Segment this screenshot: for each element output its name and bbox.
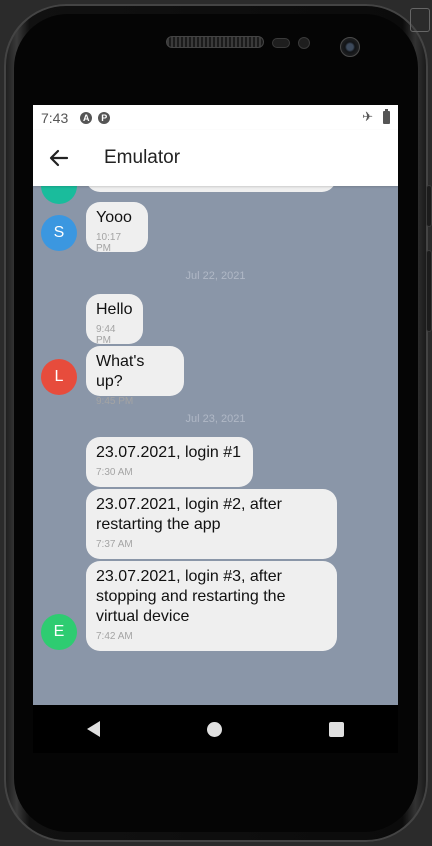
square-recents-icon[interactable] [329, 721, 345, 737]
avatar-e[interactable]: E [41, 614, 77, 650]
proximity-sensor [272, 38, 290, 48]
power-button [426, 250, 432, 332]
light-sensor [298, 37, 310, 49]
arrow-left-icon [49, 149, 69, 167]
message-time: 9:44 PM [96, 324, 116, 346]
avatar-l[interactable]: L [41, 359, 77, 395]
app-bar: Emulator [33, 130, 398, 186]
message-text: 23.07.2021, login #1 [96, 444, 242, 461]
system-nav-bar [33, 705, 398, 753]
date-separator: Jul 22, 2021 [185, 270, 246, 282]
status-time: 7:43 [41, 109, 69, 126]
message-text: Yooo [96, 209, 132, 226]
message-time: 9:45 PM [96, 396, 134, 407]
earpiece-speaker [166, 36, 264, 48]
message-bubble[interactable]: Hello 9:44 PM [86, 294, 143, 346]
message-bubble[interactable]: What's up? 9:45 PM [86, 346, 184, 407]
date-separator: Jul 23, 2021 [185, 413, 246, 425]
status-bar: 7:43 A P ✈ [33, 105, 398, 130]
message-bubble[interactable]: 23.07.2021, login #3, after stopping and… [86, 561, 337, 651]
message-text: 23.07.2021, login #2, after restarting t… [96, 496, 282, 533]
volume-button [426, 185, 432, 227]
back-button[interactable] [33, 130, 87, 186]
avatar-s[interactable]: S [41, 215, 77, 251]
message-time: 7:30 AM [96, 467, 133, 478]
message-time: 7:42 AM [96, 631, 133, 642]
message-time: 10:17 PM [96, 232, 122, 254]
message-bubble[interactable]: 23.07.2021, login #2, after restarting t… [86, 489, 337, 559]
message-text: 23.07.2021, login #3, after stopping and… [96, 568, 286, 625]
message-bubble[interactable]: 23.07.2021, login #1 7:30 AM [86, 437, 253, 487]
rotate-device-icon[interactable] [410, 8, 430, 32]
message-text: Hello [96, 301, 133, 318]
message-bubble[interactable]: Yooo 10:17 PM [86, 202, 148, 254]
status-indicators: ✈ [362, 108, 390, 124]
chat-thread[interactable]: Yooo 10:17 PM S Jul 22, 2021 Hello 9:44 … [33, 164, 398, 705]
battery-icon [383, 108, 390, 124]
front-camera [340, 37, 360, 57]
message-time: 7:37 AM [96, 539, 133, 550]
message-text: What's up? [96, 353, 149, 390]
page-title: Emulator [104, 147, 181, 168]
device-screen: 7:43 A P ✈ Emulator Yooo 10:17 PM S Jul … [33, 105, 398, 705]
airplane-mode-icon: ✈ [362, 109, 373, 124]
triangle-back-icon[interactable] [86, 721, 100, 737]
circle-home-icon[interactable] [206, 721, 222, 737]
app-notification-icon: P [98, 111, 111, 124]
app-notification-icon: A [80, 111, 93, 124]
